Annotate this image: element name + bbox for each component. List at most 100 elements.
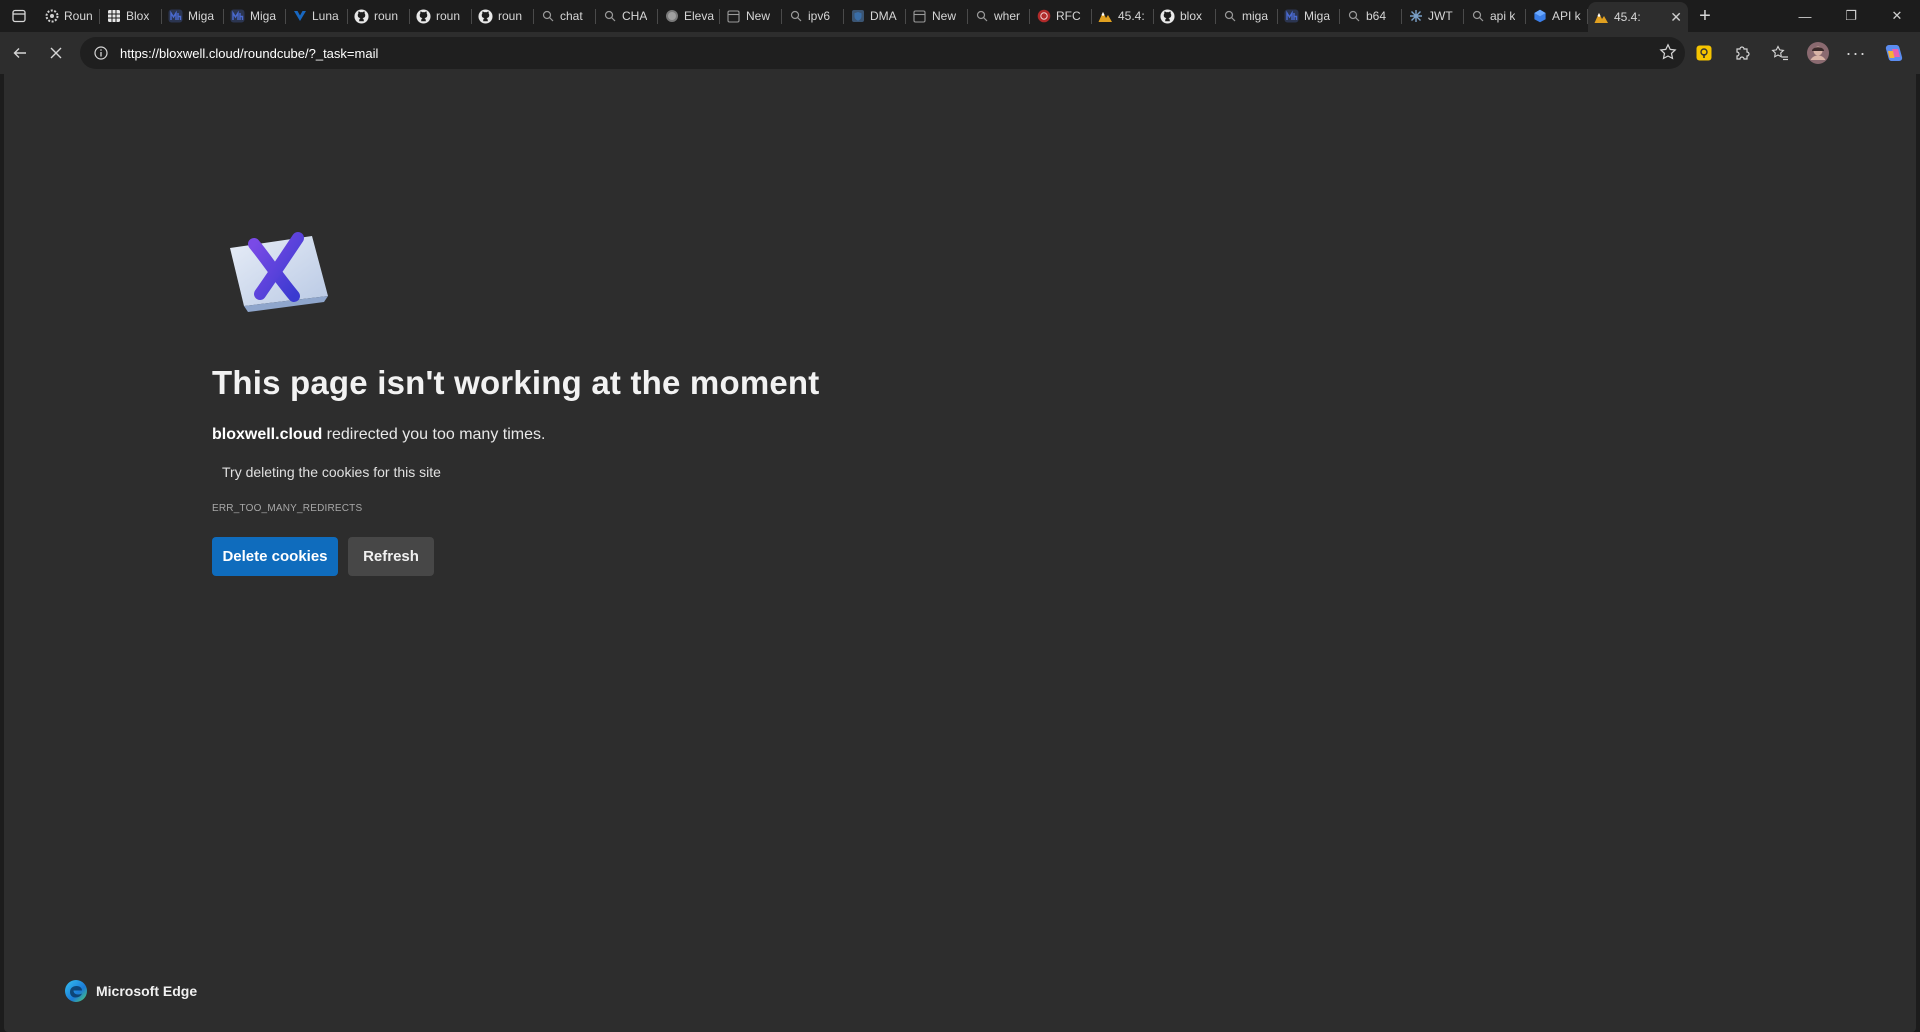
browser-tab[interactable]: ipv6 xyxy=(782,0,844,32)
tab-title: blox xyxy=(1180,9,1203,23)
tab-title: miga xyxy=(1242,9,1269,23)
search-icon xyxy=(540,9,555,24)
search-icon xyxy=(602,9,617,24)
browser-tab[interactable]: CHA xyxy=(596,0,658,32)
tab-title: Eleva xyxy=(684,9,714,23)
error-illustration xyxy=(224,226,334,321)
password-manager-icon xyxy=(1696,45,1712,61)
restore-icon: ❐ xyxy=(1845,8,1857,23)
tab-title: Miga xyxy=(188,9,215,23)
site-info-icon[interactable] xyxy=(88,46,114,60)
search-icon xyxy=(1222,9,1237,24)
browser-tab[interactable]: Eleva xyxy=(658,0,720,32)
github-icon xyxy=(478,8,493,24)
tab-title: b64 xyxy=(1366,9,1387,23)
search-icon xyxy=(1470,9,1485,24)
tab-title: RFC xyxy=(1056,9,1081,23)
plus-icon: + xyxy=(1699,4,1711,27)
tab-strip: Roun Blox Miga Miga Luna roun roun roun chat CHA E… xyxy=(0,0,1920,32)
tab-title: 45.4: xyxy=(1118,9,1145,23)
back-arrow-icon xyxy=(13,48,26,58)
browser-tab[interactable]: Luna xyxy=(286,0,348,32)
tab-title: New xyxy=(746,9,771,23)
refresh-button[interactable]: Refresh xyxy=(348,537,434,576)
address-bar[interactable]: https://bloxwell.cloud/roundcube/?_task=… xyxy=(80,37,1685,69)
browser-tab[interactable]: miga xyxy=(1216,0,1278,32)
puzzle-icon xyxy=(1736,46,1750,60)
copilot-button[interactable] xyxy=(1876,35,1912,71)
browser-tab[interactable]: API k xyxy=(1526,0,1588,32)
favorite-star-icon[interactable] xyxy=(1659,43,1677,66)
browser-tab[interactable]: b64 xyxy=(1340,0,1402,32)
browser-tab[interactable]: api k xyxy=(1464,0,1526,32)
search-icon xyxy=(1346,9,1361,24)
tab-close-icon[interactable]: ✕ xyxy=(1670,9,1682,26)
settings-more-button[interactable]: ··· xyxy=(1838,35,1874,71)
browser-tab[interactable]: JWT xyxy=(1402,0,1464,32)
browser-tab[interactable]: wher xyxy=(968,0,1030,32)
browser-tab[interactable]: Miga xyxy=(162,0,224,32)
mh-logo-icon xyxy=(168,9,183,24)
browser-toolbar: https://bloxwell.cloud/roundcube/?_task=… xyxy=(0,32,1920,74)
browser-tab[interactable]: New xyxy=(906,0,968,32)
restore-button[interactable]: ❐ xyxy=(1828,0,1874,32)
browser-tab[interactable]: RFC xyxy=(1030,0,1092,32)
mh-logo-icon xyxy=(230,9,245,24)
avatar xyxy=(1807,42,1829,64)
tab-title: roun xyxy=(498,9,523,23)
tab-title: roun xyxy=(374,9,399,23)
rfc-icon xyxy=(1036,9,1051,24)
more-icon: ··· xyxy=(1845,42,1867,63)
favorites-button[interactable] xyxy=(1762,35,1798,71)
browser-tab[interactable]: Miga xyxy=(224,0,286,32)
browser-tab[interactable]: Roun xyxy=(38,0,100,32)
browser-tab[interactable]: roun xyxy=(348,0,410,32)
browser-tab[interactable]: 45.4: ✕ xyxy=(1588,2,1688,32)
close-icon: ✕ xyxy=(1891,8,1903,23)
edge-logo-icon xyxy=(65,980,87,1002)
tab-title: CHA xyxy=(622,9,648,23)
settings-gear-icon xyxy=(44,9,59,24)
extensions-button[interactable] xyxy=(1724,35,1760,71)
profile-button[interactable] xyxy=(1800,35,1836,71)
browser-tab[interactable]: roun xyxy=(472,0,534,32)
delete-cookies-button[interactable]: Delete cookies xyxy=(212,537,338,576)
error-actions: Delete cookies Refresh xyxy=(212,537,434,576)
tab-title: DMA xyxy=(870,9,897,23)
tab-actions-button[interactable] xyxy=(0,0,38,32)
error-description: bloxwell.cloud redirected you too many t… xyxy=(212,426,545,444)
back-button[interactable] xyxy=(2,35,38,71)
circle-icon xyxy=(664,9,679,24)
browser-tab[interactable]: DMA xyxy=(844,0,906,32)
tab-title: Luna xyxy=(312,9,339,23)
mountain-icon xyxy=(1594,10,1609,25)
new-tab-button[interactable]: + xyxy=(1688,0,1722,32)
spreadsheet-icon xyxy=(106,9,121,24)
browser-tab[interactable]: Blox xyxy=(100,0,162,32)
browser-tab[interactable]: roun xyxy=(410,0,472,32)
search-icon xyxy=(788,9,803,24)
error-message: redirected you too many times. xyxy=(322,426,546,443)
browser-tab[interactable]: chat xyxy=(534,0,596,32)
tab-title: API k xyxy=(1552,9,1581,23)
tab-title: 45.4: xyxy=(1614,10,1641,24)
url-text[interactable]: https://bloxwell.cloud/roundcube/?_task=… xyxy=(120,46,378,61)
close-window-button[interactable]: ✕ xyxy=(1874,0,1920,32)
extension-button[interactable] xyxy=(1686,35,1722,71)
tab-title: Miga xyxy=(250,9,277,23)
minimize-button[interactable]: — xyxy=(1782,0,1828,32)
tab-title: Roun xyxy=(64,9,93,23)
favorites-list-icon xyxy=(1771,45,1788,61)
browser-tab[interactable]: 45.4: xyxy=(1092,0,1154,32)
tab-title: roun xyxy=(436,9,461,23)
error-domain: bloxwell.cloud xyxy=(212,426,323,443)
broken-page-icon xyxy=(230,232,328,312)
browser-tab[interactable]: Miga xyxy=(1278,0,1340,32)
browser-tab[interactable]: New xyxy=(720,0,782,32)
stop-loading-button[interactable] xyxy=(38,35,74,71)
stop-icon xyxy=(50,47,62,59)
tab-actions-icon xyxy=(12,9,26,23)
browser-tab[interactable]: blox xyxy=(1154,0,1216,32)
tab-title: New xyxy=(932,9,957,23)
tab-title: wher xyxy=(994,9,1021,23)
